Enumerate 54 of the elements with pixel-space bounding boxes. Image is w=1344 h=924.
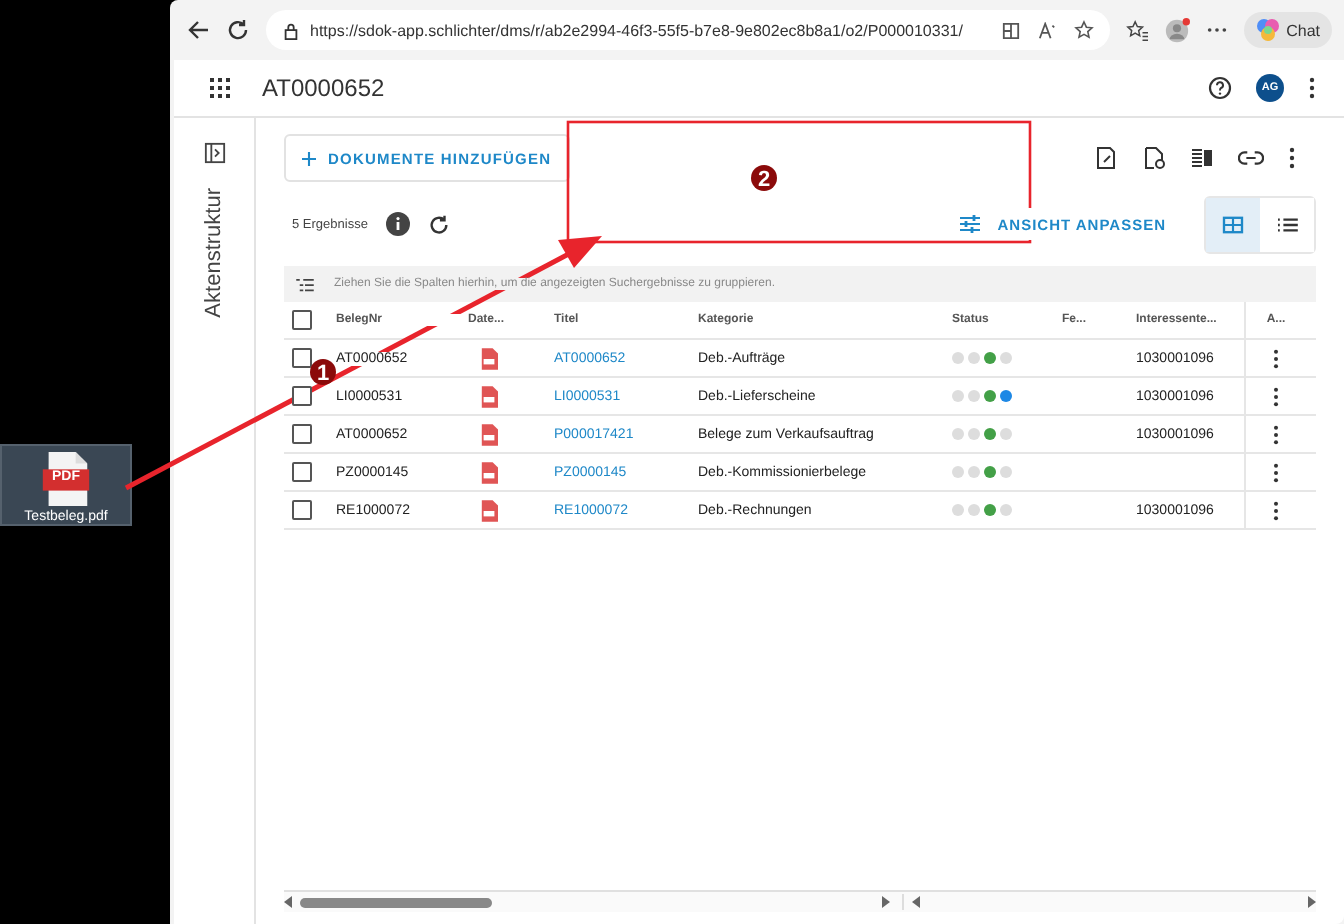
- profile-icon[interactable]: [1164, 17, 1191, 43]
- plus-icon: [302, 151, 316, 165]
- split-screen-icon[interactable]: [1002, 21, 1021, 39]
- more-vert-icon[interactable]: [1308, 76, 1316, 100]
- chat-button[interactable]: Chat: [1244, 12, 1332, 48]
- row-checkbox[interactable]: [292, 348, 312, 368]
- more-icon[interactable]: [1206, 26, 1229, 34]
- more-vert-icon[interactable]: [1272, 461, 1280, 483]
- row-checkbox[interactable]: [292, 424, 312, 444]
- document-view-icon[interactable]: [1142, 146, 1166, 170]
- pdf-icon: [480, 385, 498, 407]
- back-icon[interactable]: [186, 18, 210, 42]
- more-vert-icon[interactable]: [1272, 499, 1280, 521]
- step-number-badge: 2: [751, 165, 777, 192]
- info-icon[interactable]: [385, 212, 410, 236]
- favorites-icon[interactable]: [1126, 19, 1149, 41]
- row-checkbox[interactable]: [292, 462, 312, 482]
- list-icon: [1276, 215, 1298, 233]
- pdf-icon: [480, 461, 498, 483]
- panel-toggle-icon[interactable]: [203, 142, 225, 164]
- help-icon[interactable]: [1208, 76, 1232, 100]
- table-view-button[interactable]: [1206, 197, 1260, 251]
- more-vert-icon[interactable]: [1272, 347, 1280, 369]
- scroll-left-icon[interactable]: [284, 896, 292, 908]
- more-vert-icon[interactable]: [1272, 385, 1280, 407]
- more-vert-icon[interactable]: [1288, 146, 1296, 170]
- link-icon[interactable]: [1238, 150, 1264, 166]
- scroll-right-icon[interactable]: [881, 896, 889, 908]
- sliders-icon: [957, 212, 982, 236]
- sidebar-title: Aktenstruktur: [202, 188, 226, 318]
- star-icon[interactable]: [1074, 20, 1095, 40]
- pdf-icon: [480, 347, 498, 369]
- lock-icon: [282, 21, 300, 39]
- scroll-right-icon[interactable]: [1308, 896, 1316, 908]
- columns-icon[interactable]: [1190, 146, 1214, 170]
- pdf-icon: [480, 423, 498, 445]
- table-icon: [1222, 215, 1244, 233]
- refresh-icon[interactable]: [427, 213, 450, 235]
- copilot-icon: [1256, 18, 1281, 42]
- select-all-checkbox[interactable]: [292, 310, 312, 330]
- read-aloud-icon[interactable]: [1038, 21, 1057, 39]
- page-title: AT0000652: [262, 74, 385, 102]
- group-icon: [296, 277, 314, 291]
- horizontal-scrollbar[interactable]: [284, 890, 1316, 912]
- pdf-icon: [480, 499, 498, 521]
- row-checkbox[interactable]: [292, 500, 312, 520]
- step-number-badge: 1: [310, 359, 336, 386]
- address-bar[interactable]: https://sdok-app.schlichter/dms/r/ab2e2994-46f3-55f5-b7e8-9e802ec8b8a1/o2/P000010331/: [266, 10, 1111, 50]
- document-link-icon[interactable]: [1094, 146, 1118, 170]
- scroll-left-icon[interactable]: [911, 896, 919, 908]
- refresh-icon[interactable]: [226, 18, 250, 42]
- apps-grid-icon[interactable]: [210, 78, 230, 98]
- more-vert-icon[interactable]: [1272, 423, 1280, 445]
- row-checkbox[interactable]: [292, 386, 312, 406]
